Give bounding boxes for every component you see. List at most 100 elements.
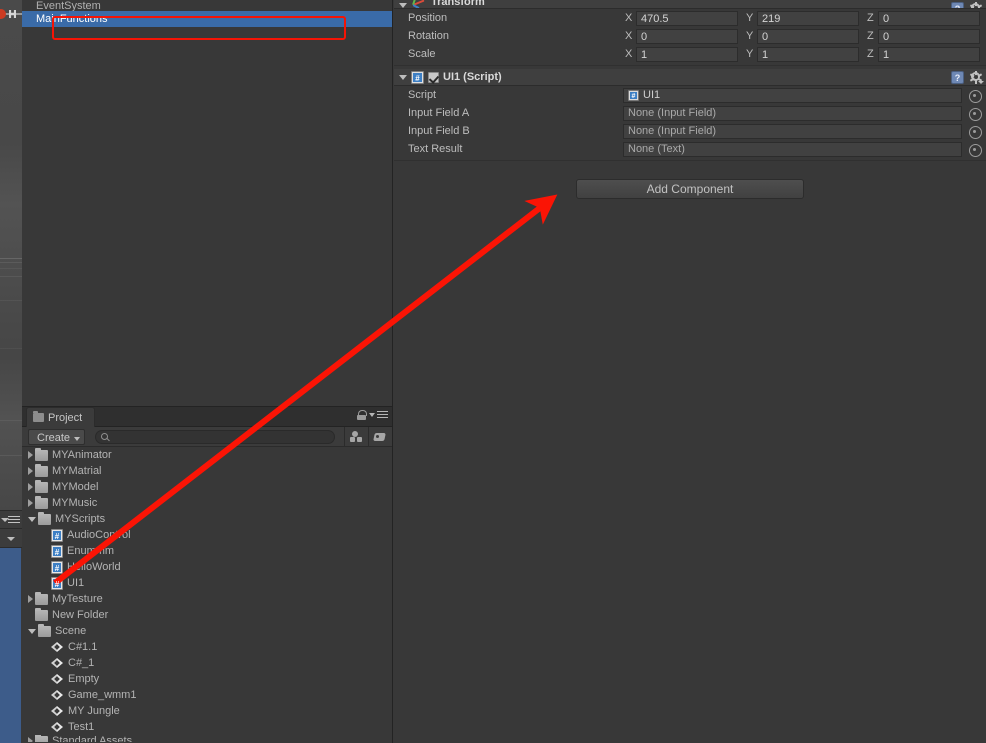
project-tree-item[interactable]: MYMusic — [22, 495, 392, 511]
project-tree-item[interactable]: # HelloWorld — [22, 559, 392, 575]
project-tree-item[interactable]: MYModel — [22, 479, 392, 495]
add-component-button[interactable]: Add Component — [576, 179, 804, 199]
project-tree-item[interactable]: Standard Assets — [22, 735, 392, 742]
chevron-right-icon[interactable] — [28, 737, 33, 742]
transform-row-position: Position X 470.5 Y 219 Z 0 — [394, 9, 986, 27]
folder-icon — [35, 495, 48, 509]
search-icon — [101, 432, 109, 440]
project-tree-item[interactable]: Game_wmm1 — [22, 687, 392, 703]
folder-icon — [35, 607, 48, 621]
field-value: None (Input Field) — [628, 107, 717, 119]
position-z-field[interactable]: 0 — [878, 10, 980, 26]
project-tree-item[interactable]: # Enummm — [22, 543, 392, 559]
foldout-triangle-icon[interactable] — [399, 3, 407, 8]
project-tree-item-label: C#1.1 — [68, 641, 98, 653]
input-field-a-field[interactable]: None (Input Field) — [623, 105, 962, 121]
position-y-field[interactable]: 219 — [757, 10, 859, 26]
folder-icon — [38, 623, 51, 637]
scene-strip-secondary-toolbar[interactable] — [0, 528, 22, 548]
project-tree-item[interactable]: # UI1 — [22, 575, 392, 591]
project-tree-item-label: MYAnimator — [52, 449, 112, 461]
folder-icon — [38, 511, 51, 525]
input-field-b-field[interactable]: None (Input Field) — [623, 123, 962, 139]
text-result-field[interactable]: None (Text) — [623, 141, 962, 157]
hierarchy-item-eventsystem[interactable]: EventSystem — [22, 0, 392, 11]
scale-x-field[interactable]: 1 — [636, 46, 738, 62]
chevron-right-icon[interactable] — [28, 467, 33, 475]
chevron-right-icon[interactable] — [28, 595, 33, 603]
rotation-y-field[interactable]: 0 — [757, 28, 859, 44]
project-tab-bar: Project — [22, 407, 392, 427]
unity-scene-icon — [51, 689, 64, 701]
object-picker-icon[interactable] — [968, 89, 982, 103]
csharp-script-icon: # — [51, 576, 63, 590]
component-header-ui1-script[interactable]: # UI1 (Script) ? — [394, 69, 986, 86]
project-tree-item[interactable]: MYAnimator — [22, 447, 392, 463]
object-picker-icon[interactable] — [968, 125, 982, 139]
project-tree-item[interactable]: MYMatrial — [22, 463, 392, 479]
scale-z-field[interactable]: 1 — [878, 46, 980, 62]
help-icon[interactable]: ? — [951, 71, 964, 84]
project-toolbar: Create — [22, 427, 392, 447]
project-panel: Project Create MYAnimator MYMatrial MYMo… — [22, 406, 393, 743]
project-tree-item-label: MYMatrial — [52, 465, 102, 477]
script-row-input-field-b: Input Field B None (Input Field) — [394, 122, 986, 140]
component-header-transform[interactable]: Transform ? — [394, 0, 986, 9]
gear-icon[interactable] — [969, 2, 982, 8]
row-label: Input Field A — [408, 107, 470, 119]
search-input[interactable] — [95, 429, 336, 444]
transform-row-scale: Scale X 1 Y 1 Z 1 — [394, 45, 986, 63]
project-tree-item-label: MYModel — [52, 481, 99, 493]
chevron-right-icon[interactable] — [28, 451, 33, 459]
project-tree-item[interactable]: Scene — [22, 623, 392, 639]
position-x-field[interactable]: 470.5 — [636, 10, 738, 26]
object-picker-icon[interactable] — [968, 143, 982, 157]
project-tree-item[interactable]: New Folder — [22, 607, 392, 623]
project-tree-item[interactable]: MY Jungle — [22, 703, 392, 719]
project-tree-item[interactable]: C#1.1 — [22, 639, 392, 655]
menu-icon[interactable] — [8, 516, 20, 523]
chevron-right-icon[interactable] — [28, 483, 33, 491]
chevron-down-icon[interactable] — [28, 516, 36, 522]
label-tag-icon — [373, 431, 387, 443]
scene-view-strip[interactable] — [0, 0, 22, 510]
chevron-right-icon[interactable] — [28, 499, 33, 507]
script-reference-field[interactable]: # UI1 — [623, 87, 962, 103]
filter-by-label-button[interactable] — [368, 427, 392, 446]
tab-project[interactable]: Project — [26, 407, 96, 427]
rotation-z-field[interactable]: 0 — [878, 28, 980, 44]
scene-strip-toolbar[interactable] — [0, 510, 22, 528]
project-tree-item-label: Enummm — [67, 545, 115, 557]
project-tree-item-label: Empty — [68, 673, 100, 685]
project-tree-item[interactable]: Empty — [22, 671, 392, 687]
project-tree-item[interactable]: MYScripts — [22, 511, 392, 527]
axis-label-y: Y — [746, 30, 754, 42]
hierarchy-item-label: MainFunctions — [36, 13, 108, 25]
lock-icon[interactable] — [357, 410, 367, 420]
hierarchy-item-mainfunctions[interactable]: MainFunctions — [22, 11, 392, 27]
project-tree-item-label: Standard Assets — [52, 735, 133, 742]
project-tree-item[interactable]: # AudioControl — [22, 527, 392, 543]
gear-icon[interactable] — [969, 71, 984, 84]
chevron-down-icon[interactable] — [28, 628, 36, 634]
scale-y-field[interactable]: 1 — [757, 46, 859, 62]
component-enabled-checkbox[interactable] — [428, 71, 439, 83]
project-tree-item[interactable]: C#_1 — [22, 655, 392, 671]
project-tree-item[interactable]: MyTesture — [22, 591, 392, 607]
axis-label-z: Z — [867, 48, 874, 60]
csharp-script-icon: # — [411, 70, 424, 84]
chevron-down-icon[interactable] — [7, 537, 15, 541]
project-tree-item[interactable]: Test1 — [22, 719, 392, 735]
filter-by-type-button[interactable] — [344, 427, 368, 446]
rotation-x-field[interactable]: 0 — [636, 28, 738, 44]
script-row-script: Script # UI1 — [394, 86, 986, 104]
create-button[interactable]: Create — [28, 428, 86, 445]
scene-gizmo-handle[interactable] — [0, 8, 22, 20]
object-picker-icon[interactable] — [968, 107, 982, 121]
unity-scene-icon — [51, 673, 64, 685]
project-tree-item-label: New Folder — [52, 609, 109, 621]
foldout-triangle-icon[interactable] — [399, 74, 407, 80]
help-icon[interactable]: ? — [951, 2, 964, 8]
project-tree[interactable]: MYAnimator MYMatrial MYModel MYMusic MYScrip… — [22, 447, 392, 742]
panel-menu-icon[interactable] — [369, 410, 388, 420]
